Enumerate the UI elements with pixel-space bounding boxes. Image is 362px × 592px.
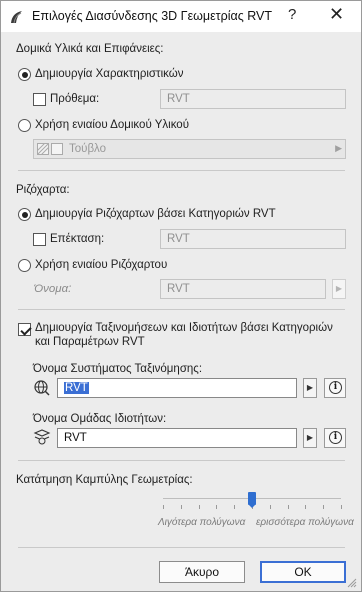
layer-name-label: Όνομα: xyxy=(34,283,72,295)
slider-tick xyxy=(341,505,342,509)
curve-segmentation-slider-thumb[interactable] xyxy=(248,492,256,508)
divider xyxy=(18,547,345,548)
divider xyxy=(18,309,345,310)
layer-name-arrow-button[interactable]: ▶ xyxy=(332,279,346,299)
property-group-label: Όνομα Ομάδας Ιδιοτήτων: xyxy=(33,413,167,425)
classification-system-value: RVT xyxy=(64,382,89,394)
resize-grip-icon[interactable] xyxy=(347,578,357,588)
ok-button[interactable]: OK xyxy=(260,561,346,583)
materials-heading: Δομικά Υλικά και Επιφάνειες: xyxy=(16,43,164,55)
classification-info-button[interactable]: i xyxy=(324,378,346,398)
slider-tick xyxy=(234,505,235,509)
hatch-pattern-icon xyxy=(37,143,49,155)
property-group-info-button[interactable]: i xyxy=(324,428,346,448)
classification-system-field[interactable]: RVT xyxy=(57,378,297,398)
use-single-material-label[interactable]: Χρήση ενιαίου Δομικού Υλικού xyxy=(35,119,189,131)
classification-checkbox[interactable] xyxy=(18,323,31,336)
extension-checkbox[interactable] xyxy=(33,233,46,246)
divider xyxy=(18,170,345,171)
divider xyxy=(18,460,345,461)
slider-tick xyxy=(270,505,271,509)
layer-name-field[interactable]: RVT xyxy=(160,279,326,299)
layers-heading: Ριζόχαρτα: xyxy=(16,184,70,196)
slider-tick xyxy=(305,505,306,509)
property-group-arrow-button[interactable]: ▶ xyxy=(303,428,317,448)
info-icon: i xyxy=(329,381,342,394)
slider-tick xyxy=(323,505,324,509)
property-group-field[interactable]: RVT xyxy=(57,428,297,448)
cancel-button[interactable]: Άκυρο xyxy=(159,561,245,583)
more-polygons-label: ερισσότερα πολύγωνα xyxy=(256,517,354,528)
prefix-checkbox[interactable] xyxy=(33,93,46,106)
info-icon: i xyxy=(329,431,342,444)
slider-tick xyxy=(163,505,164,509)
slider-tick xyxy=(181,505,182,509)
use-single-material-radio[interactable] xyxy=(18,119,31,132)
material-swatch-icon xyxy=(51,143,63,155)
property-group-icon xyxy=(33,429,51,445)
create-layers-by-category-label[interactable]: Δημιουργία Ριζόχαρτων βάσει Κατηγοριών R… xyxy=(35,208,276,220)
close-icon[interactable]: ✕ xyxy=(329,4,344,25)
slider-tick xyxy=(199,505,200,509)
fewer-polygons-label: Λιγότερα πολύγωνα xyxy=(158,517,246,528)
prefix-field[interactable]: RVT xyxy=(160,89,346,109)
create-attributes-radio[interactable] xyxy=(18,68,31,81)
curve-segmentation-heading: Κατάτμηση Καμπύλης Γεωμετρίας: xyxy=(16,474,193,486)
single-material-select[interactable]: Τούβλο ▶ xyxy=(33,139,346,159)
dropdown-arrow-icon: ▶ xyxy=(335,143,342,153)
create-attributes-label[interactable]: Δημιουργία Χαρακτηριστικών xyxy=(35,68,183,80)
app-logo-icon xyxy=(11,11,22,24)
slider-tick xyxy=(216,505,217,509)
classification-globe-icon xyxy=(34,380,50,396)
use-single-layer-radio[interactable] xyxy=(18,259,31,272)
title-bar[interactable]: Επιλογές Διασύνδεσης 3D Γεωμετρίας RVT ?… xyxy=(1,1,361,32)
create-layers-by-category-radio[interactable] xyxy=(18,208,31,221)
use-single-layer-label[interactable]: Χρήση ενιαίου Ριζόχαρτου xyxy=(35,259,167,271)
import-options-dialog: Επιλογές Διασύνδεσης 3D Γεωμετρίας RVT ?… xyxy=(0,0,362,592)
classification-label-line1[interactable]: Δημιουργία Ταξινομήσεων και Ιδιοτήτων βά… xyxy=(35,322,333,334)
classification-system-label: Όνομα Συστήματος Ταξινόμησης: xyxy=(33,363,203,375)
window-title: Επιλογές Διασύνδεσης 3D Γεωμετρίας RVT xyxy=(32,9,272,23)
slider-tick xyxy=(288,505,289,509)
classification-label-line2[interactable]: και Παραμέτρων RVT xyxy=(35,336,145,348)
prefix-label[interactable]: Πρόθεμα: xyxy=(50,93,99,105)
help-icon[interactable]: ? xyxy=(288,6,296,23)
extension-label[interactable]: Επέκταση: xyxy=(50,233,104,245)
single-material-value: Τούβλο xyxy=(69,143,107,155)
extension-field[interactable]: RVT xyxy=(160,229,346,249)
classification-system-arrow-button[interactable]: ▶ xyxy=(303,378,317,398)
